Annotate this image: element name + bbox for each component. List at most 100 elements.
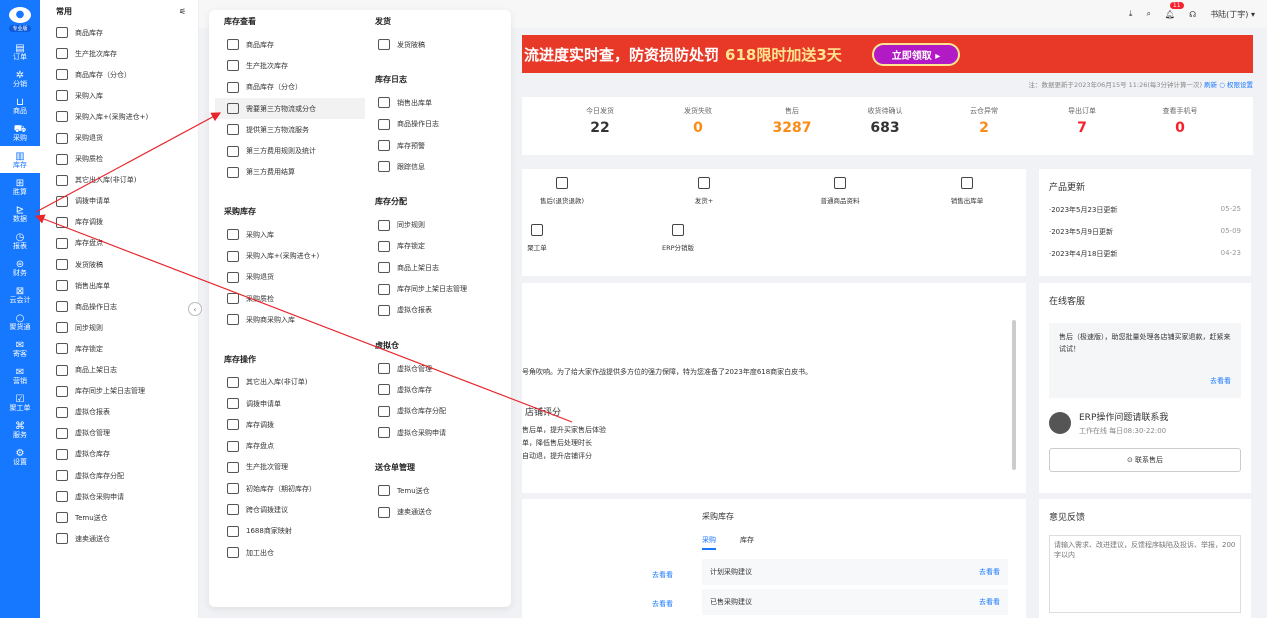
- menu-item[interactable]: 发货陂稿: [366, 34, 516, 55]
- update-item[interactable]: ·2023年5月23日更新 05-25: [1049, 205, 1241, 215]
- menu-item[interactable]: 速卖通送仓: [366, 501, 516, 522]
- quick-action[interactable]: 销售出库单: [927, 177, 1007, 205]
- stat-item[interactable]: 查看手机号 0: [1150, 106, 1210, 136]
- menu-item[interactable]: 跨仓调拨建议: [215, 499, 365, 520]
- feedback-input[interactable]: [1049, 535, 1241, 613]
- stat-item[interactable]: 发货失败 0: [668, 106, 728, 136]
- stat-item[interactable]: 收货待确认 683: [855, 106, 915, 136]
- menu-item[interactable]: 发货陂稿: [40, 254, 198, 275]
- rail-item[interactable]: ✉ 寄客: [0, 335, 40, 362]
- menu-item[interactable]: 虚拟仓采购申请: [366, 422, 516, 443]
- menu-item[interactable]: 库存锁定: [40, 338, 198, 359]
- refresh-link[interactable]: 刷新 ○: [1204, 81, 1225, 89]
- update-item[interactable]: ·2023年5月9日更新 05-09: [1049, 227, 1241, 237]
- rail-item[interactable]: ⊞ 胜算: [0, 173, 40, 200]
- menu-item[interactable]: 采购入库: [40, 85, 198, 106]
- menu-item[interactable]: 库存锁定: [366, 236, 516, 257]
- menu-item[interactable]: 虚拟仓管理: [366, 358, 516, 379]
- menu-item[interactable]: 采购质检: [40, 149, 198, 170]
- menu-item[interactable]: 虚拟仓报表: [40, 402, 198, 423]
- menu-item[interactable]: 商品库存: [215, 34, 365, 55]
- rail-item[interactable]: ⊵ 数据: [0, 200, 40, 227]
- menu-item[interactable]: 速卖通送仓: [40, 528, 198, 549]
- rail-item[interactable]: ⊔ 商品: [0, 92, 40, 119]
- menu-item[interactable]: 库存同步上架日志管理: [40, 381, 198, 402]
- menu-item[interactable]: 调拨申请单: [40, 191, 198, 212]
- menu-item[interactable]: 采购入库+(采购进仓+): [40, 106, 198, 127]
- menu-item[interactable]: 虚拟仓报表: [366, 300, 516, 321]
- menu-item[interactable]: 商品库存（分仓）: [215, 77, 365, 98]
- menu-item[interactable]: 虚拟仓采购申请: [40, 486, 198, 507]
- promo-banner[interactable]: 流进度实时查，防资损防处罚 618限时加送3天 立即领取 ▸: [522, 35, 1253, 73]
- menu-item[interactable]: 采购退货: [215, 267, 365, 288]
- go-link[interactable]: 去看看: [652, 599, 673, 609]
- rail-item[interactable]: ⊜ 财务: [0, 254, 40, 281]
- menu-item[interactable]: 库存盘点: [215, 435, 365, 456]
- rail-item[interactable]: ▤ 订单: [0, 38, 40, 65]
- menu-item[interactable]: 同步规则: [40, 317, 198, 338]
- menu-item[interactable]: 采购入库: [215, 224, 365, 245]
- rail-item[interactable]: ⌘ 服务: [0, 416, 40, 443]
- support-go-link[interactable]: 去看看: [1210, 375, 1231, 387]
- menu-item[interactable]: 库存同步上架日志管理: [366, 278, 516, 299]
- menu-item[interactable]: 调拨申请单: [215, 393, 365, 414]
- menu-item[interactable]: 其它出入库(非订单): [40, 170, 198, 191]
- menu-item[interactable]: 虚拟仓库存: [366, 379, 516, 400]
- menu-item[interactable]: Temu送仓: [40, 507, 198, 528]
- menu-item[interactable]: 商品上架日志: [366, 257, 516, 278]
- menu-item[interactable]: 采购入库+(采购进仓+): [215, 245, 365, 266]
- menu-item[interactable]: 生产批次库存: [215, 55, 365, 76]
- menu-item[interactable]: 跟踪信息: [366, 156, 516, 177]
- tab-purchase[interactable]: 采购: [702, 535, 716, 550]
- menu-item[interactable]: Temu送仓: [366, 480, 516, 501]
- permission-link[interactable]: 权限设置: [1227, 81, 1253, 89]
- collapse-chevron-icon[interactable]: ‹: [188, 302, 202, 316]
- rail-item[interactable]: ⊠ 云会计: [0, 281, 40, 308]
- go-link[interactable]: 去看看: [652, 570, 673, 580]
- menu-item[interactable]: 第三方费用规则及统计: [215, 140, 365, 161]
- quick-action[interactable]: 普通商品资料: [800, 177, 880, 205]
- update-item[interactable]: ·2023年4月18日更新 04-23: [1049, 249, 1241, 259]
- menu-item[interactable]: 库存盘点: [40, 233, 198, 254]
- rail-item[interactable]: ○ 聚货通: [0, 308, 40, 335]
- menu-item[interactable]: 商品库存（分仓）: [40, 64, 198, 85]
- menu-item[interactable]: 生产批次库存: [40, 43, 198, 64]
- menu-item[interactable]: 同步规则: [366, 214, 516, 235]
- menu-item[interactable]: 提供第三方物流服务: [215, 119, 365, 140]
- menu-item[interactable]: 1688商家映射: [215, 521, 365, 542]
- menu-item[interactable]: 第三方费用结算: [215, 162, 365, 183]
- menu-item[interactable]: 库存调拨: [215, 414, 365, 435]
- go-link[interactable]: 去看看: [979, 597, 1000, 607]
- menu-item[interactable]: 销售出库单: [366, 92, 516, 113]
- quick-action[interactable]: 发货+: [664, 177, 744, 205]
- quick-action[interactable]: ERP分销版: [638, 224, 718, 252]
- rail-item[interactable]: ☑ 聚工单: [0, 389, 40, 416]
- menu-item[interactable]: 商品操作日志: [366, 114, 516, 135]
- menu-item[interactable]: 需要第三方物流或分仓: [215, 97, 365, 120]
- tab-stock[interactable]: 库存: [740, 535, 754, 545]
- go-link[interactable]: 去看看: [979, 567, 1000, 577]
- menu-item[interactable]: 采购质检: [215, 288, 365, 309]
- app-logo[interactable]: ● 专业版: [0, 0, 40, 38]
- menu-item[interactable]: 商品操作日志: [40, 296, 198, 317]
- menu-item[interactable]: 商品上架日志: [40, 360, 198, 381]
- contact-after-sales-button[interactable]: ⊙ 联系售后: [1049, 448, 1241, 472]
- menu-item[interactable]: 虚拟仓库存: [40, 444, 198, 465]
- claim-button[interactable]: 立即领取 ▸: [871, 42, 961, 66]
- rail-item[interactable]: ⛟ 采购: [0, 119, 40, 146]
- menu-item[interactable]: 采购退货: [40, 127, 198, 148]
- rail-item[interactable]: ⚙ 设置: [0, 443, 40, 470]
- rail-item[interactable]: ▥ 库存: [0, 146, 40, 173]
- quick-action[interactable]: 售后(退货退款): [522, 177, 602, 205]
- stat-item[interactable]: 云仓异常 2: [954, 106, 1014, 136]
- menu-settings-icon[interactable]: ⚟: [179, 7, 186, 16]
- stat-item[interactable]: 今日发货 22: [570, 106, 630, 136]
- menu-item[interactable]: 生产批次管理: [215, 457, 365, 478]
- rail-item[interactable]: ◷ 报表: [0, 227, 40, 254]
- menu-item[interactable]: 其它出入库(非订单): [215, 372, 365, 393]
- menu-item[interactable]: 库存预警: [366, 135, 516, 156]
- menu-item[interactable]: 采购商采购入库: [215, 309, 365, 330]
- menu-item[interactable]: 虚拟仓管理: [40, 423, 198, 444]
- stat-item[interactable]: 售后 3287: [762, 106, 822, 136]
- menu-item[interactable]: 商品库存: [40, 22, 198, 43]
